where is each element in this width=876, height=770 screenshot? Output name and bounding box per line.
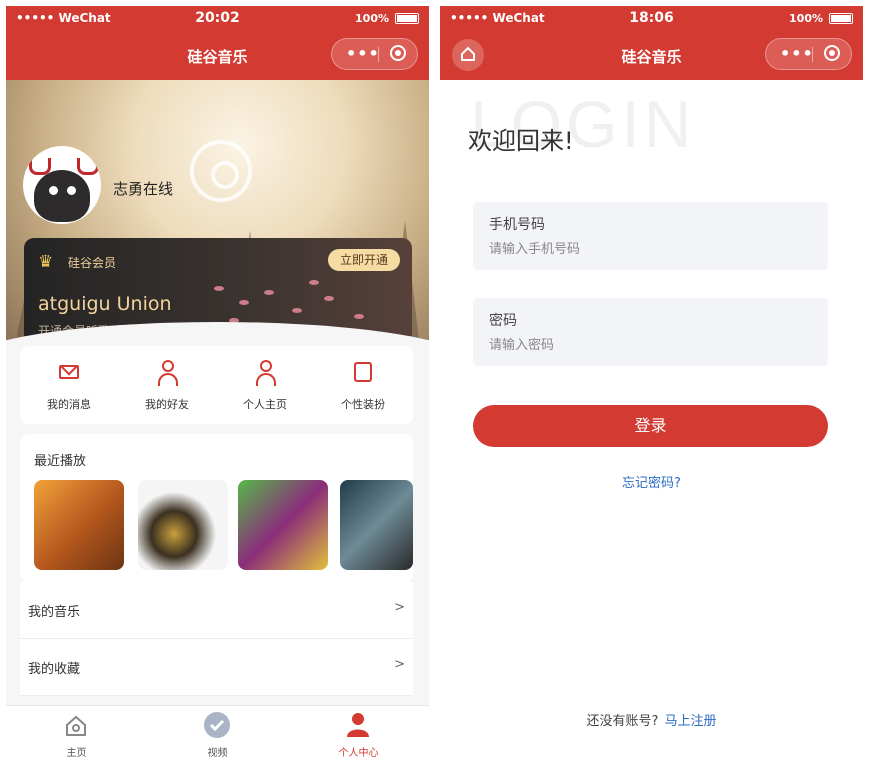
video-icon (204, 712, 230, 738)
recent-cover[interactable] (340, 480, 413, 570)
mini-program-capsule: ••• (331, 38, 418, 70)
password-input[interactable] (489, 334, 809, 356)
music-logo-icon (190, 140, 252, 202)
mail-icon (59, 365, 79, 379)
petal-decoration (292, 308, 302, 313)
tab-video[interactable]: 视频 (147, 706, 288, 762)
avatar-eye (49, 186, 58, 195)
petal-decoration (214, 286, 224, 291)
petal-decoration (264, 290, 274, 295)
petal-decoration (354, 314, 364, 319)
welcome-heading: 欢迎回来! (468, 127, 574, 155)
tab-label: 个人中心 (338, 748, 379, 759)
list-item-my-music[interactable]: 我的音乐 > (20, 582, 413, 639)
petal-decoration (239, 300, 249, 305)
battery-label: 100% (355, 12, 389, 25)
menu-label: 我的好友 (145, 398, 189, 411)
recent-played: 最近播放 (20, 434, 413, 582)
tab-label: 主页 (66, 748, 87, 759)
menu-dressup[interactable]: 个性装扮 (314, 346, 412, 424)
recent-cover[interactable] (138, 480, 228, 570)
phone-label: 手机号码 (489, 217, 545, 233)
avatar-figure (34, 170, 90, 222)
mini-program-capsule: ••• (765, 38, 852, 70)
login-screen: ••••• WeChat 18:06 100% 硅谷音乐 ••• LOGIN 欢… (440, 6, 863, 762)
profile-screen: ••••• WeChat 20:02 100% 硅谷音乐 ••• 志勇在线 ♛ … (6, 6, 429, 762)
nav-bar: ••••• WeChat 18:06 100% 硅谷音乐 ••• (440, 6, 863, 80)
list-label: 我的收藏 (28, 662, 81, 677)
list-label: 我的音乐 (28, 605, 81, 620)
recent-cover[interactable] (34, 480, 124, 570)
capsule-divider (378, 47, 379, 62)
nav-bar: ••••• WeChat 20:02 100% 硅谷音乐 ••• (6, 6, 429, 80)
more-icon[interactable]: ••• (780, 44, 814, 63)
register-row: 还没有账号? 马上注册 (440, 710, 863, 729)
quick-menu: 我的消息 我的好友 个人主页 个性装扮 (20, 346, 413, 424)
crown-icon: ♛ (38, 252, 54, 272)
tab-home[interactable]: 主页 (6, 706, 147, 762)
close-target-icon[interactable] (824, 45, 840, 61)
password-label: 密码 (489, 313, 517, 329)
menu-homepage[interactable]: 个人主页 (216, 346, 314, 424)
friends-icon (158, 360, 178, 386)
user-icon (256, 360, 276, 386)
menu-friends[interactable]: 我的好友 (118, 346, 216, 424)
home-icon (66, 715, 86, 736)
register-prompt: 还没有账号? (586, 714, 659, 729)
tab-bar: 主页 视频 个人中心 (6, 705, 429, 762)
recent-cover[interactable] (238, 480, 328, 570)
capsule-divider (812, 47, 813, 62)
status-bar: ••••• WeChat 20:02 100% (6, 6, 429, 32)
register-link[interactable]: 马上注册 (664, 714, 716, 729)
phone-input[interactable] (489, 238, 809, 260)
battery-icon (395, 13, 419, 24)
profile-icon (347, 713, 369, 737)
tab-label: 视频 (207, 748, 228, 759)
username[interactable]: 志勇在线 (113, 178, 173, 199)
more-icon[interactable]: ••• (346, 44, 380, 63)
petal-decoration (309, 280, 319, 285)
avatar-eye (67, 186, 76, 195)
chevron-right-icon: > (394, 657, 405, 672)
close-target-icon[interactable] (390, 45, 406, 61)
menu-label: 个人主页 (243, 398, 287, 411)
tab-profile[interactable]: 个人中心 (288, 706, 429, 762)
avatar[interactable] (23, 146, 101, 224)
battery-icon (829, 13, 853, 24)
chevron-right-icon: > (394, 600, 405, 615)
vip-label: 硅谷会员 (68, 256, 117, 270)
petal-decoration (324, 296, 334, 301)
list-item-favorites[interactable]: 我的收藏 > (20, 639, 413, 696)
shirt-icon (354, 362, 372, 382)
recent-title: 最近播放 (34, 454, 87, 469)
vip-open-button[interactable]: 立即开通 (328, 249, 400, 271)
vip-title: atguigu Union (38, 293, 172, 315)
menu-messages[interactable]: 我的消息 (20, 346, 118, 424)
password-field: 密码 (473, 298, 828, 366)
phone-field: 手机号码 (473, 202, 828, 270)
avatar-antler (77, 158, 99, 175)
profile-hero: 志勇在线 ♛ 硅谷会员 立即开通 atguigu Union 开通会员听歌, 撸… (6, 80, 429, 340)
forgot-password-link[interactable]: 忘记密码? (440, 472, 863, 491)
login-button[interactable]: 登录 (473, 405, 828, 447)
status-bar: ••••• WeChat 18:06 100% (440, 6, 863, 32)
menu-label: 我的消息 (47, 398, 91, 411)
menu-label: 个性装扮 (341, 398, 385, 411)
battery-label: 100% (789, 12, 823, 25)
